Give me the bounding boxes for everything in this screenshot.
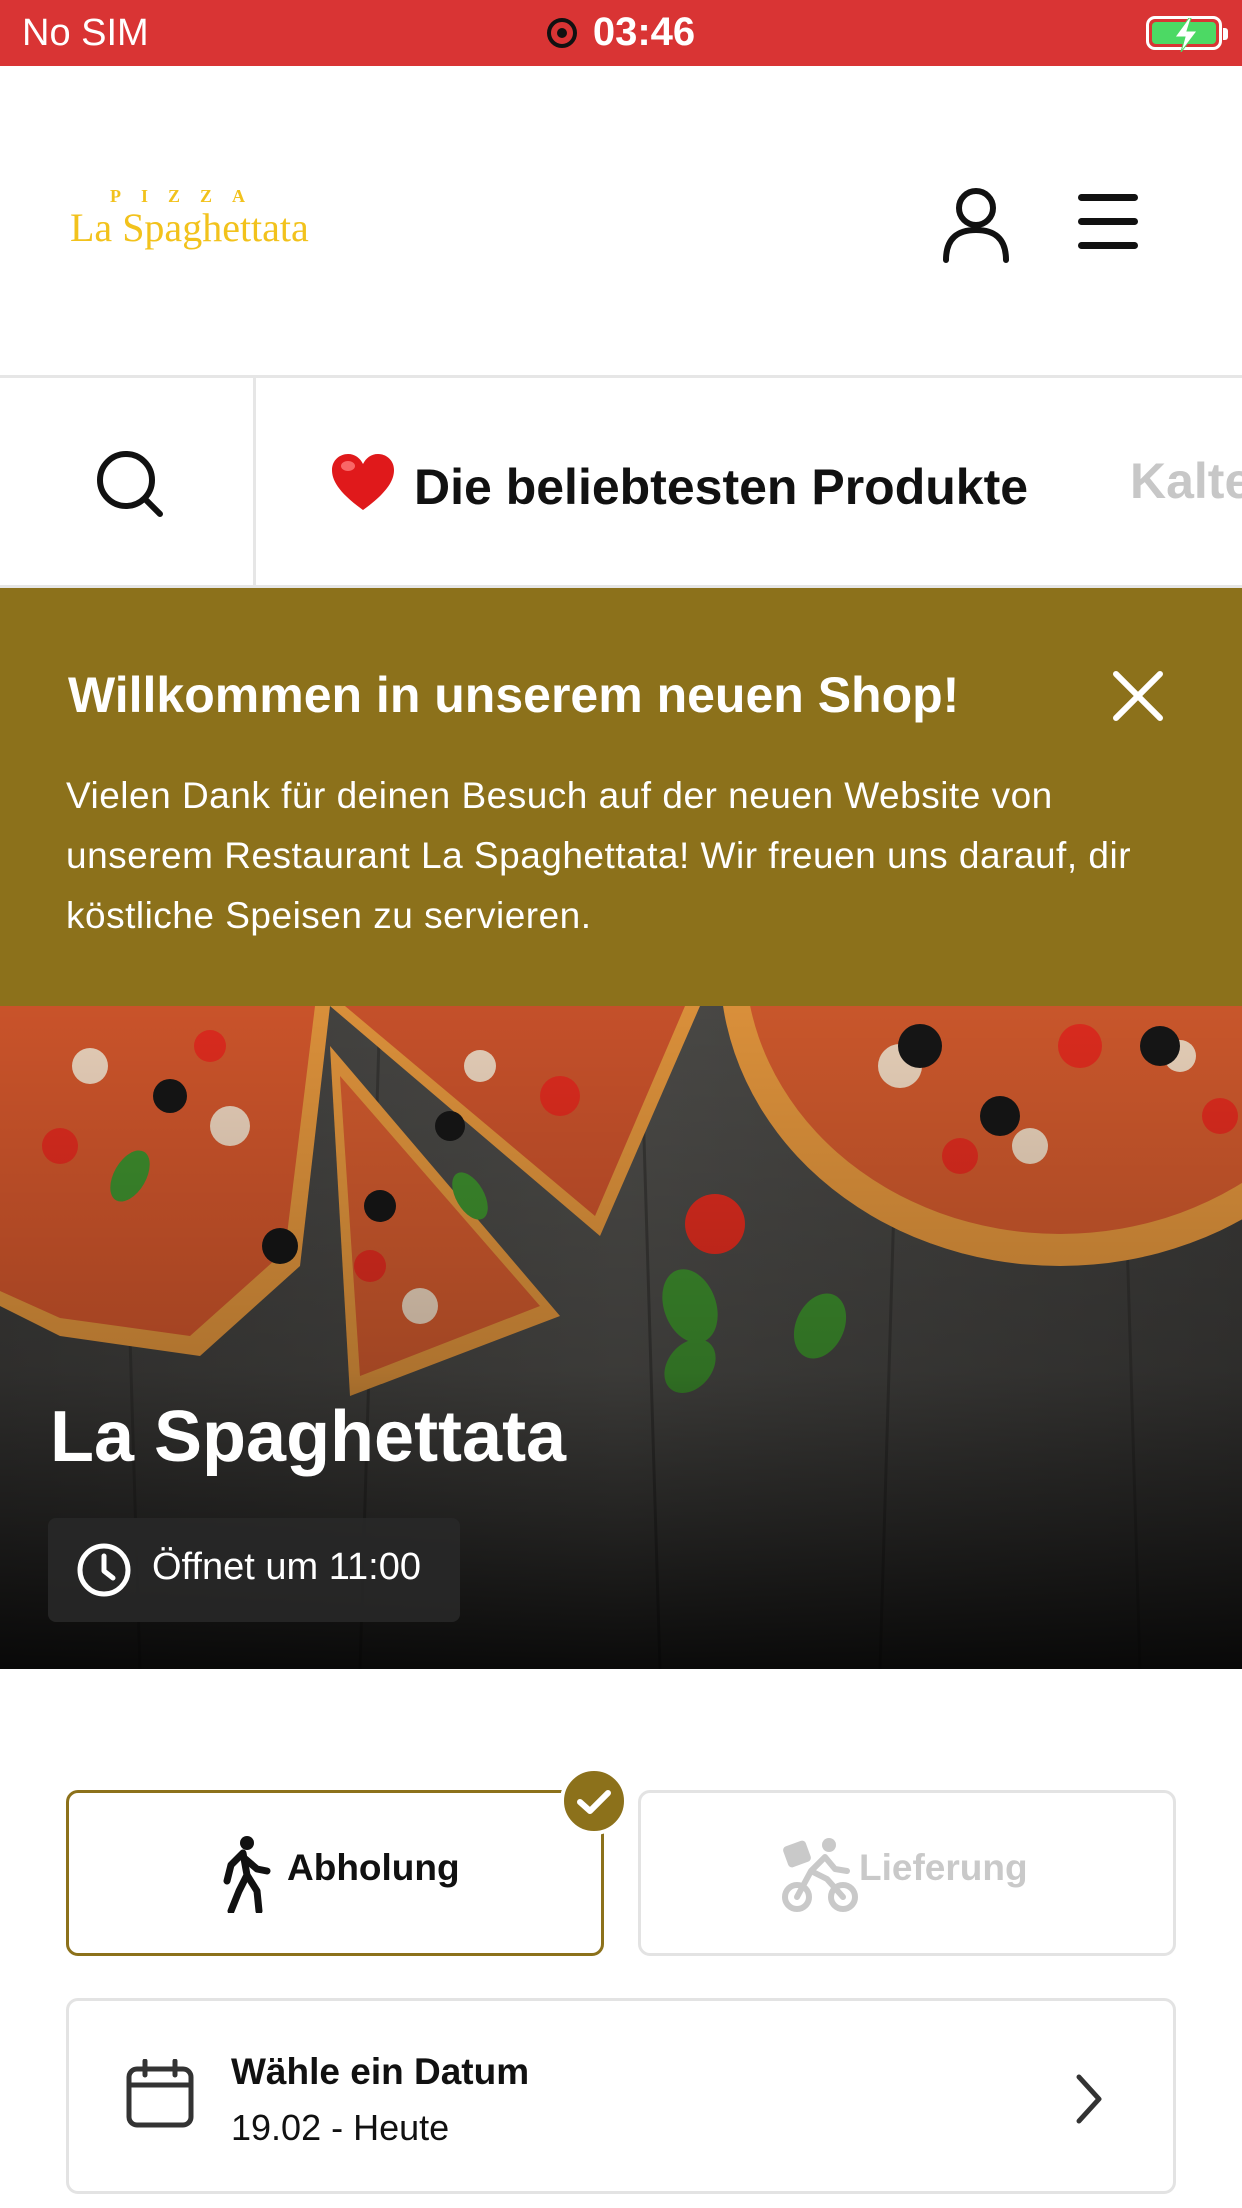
welcome-banner: Willkommen in unserem neuen Shop! Vielen…: [0, 588, 1242, 1006]
logo-name: La Spaghettata: [70, 205, 309, 250]
battery-charging-icon: [1146, 16, 1228, 52]
hamburger-menu-icon[interactable]: [1076, 194, 1140, 254]
banner-title: Willkommen in unserem neuen Shop!: [68, 667, 960, 723]
heart-icon: [332, 454, 394, 510]
category-tab-next[interactable]: Kalte: [1130, 452, 1242, 510]
banner-text: Vielen Dank für deinen Besuch auf der ne…: [66, 775, 1132, 936]
restaurant-name: La Spaghettata: [50, 1397, 567, 1477]
search-button[interactable]: [0, 378, 256, 585]
close-icon[interactable]: [1110, 668, 1166, 724]
restaurant-logo[interactable]: PIZZA La Spaghettata: [68, 186, 309, 266]
hero-banner: La Spaghettata Öffnet um 11:00: [0, 1006, 1242, 1669]
delivery-bike-icon: [782, 1838, 858, 1912]
date-picker[interactable]: Wähle ein Datum 19.02 - Heute: [66, 1998, 1176, 2194]
category-tab-popular[interactable]: Die beliebtesten Produkte: [330, 452, 1028, 516]
date-value: 19.02 - Heute: [231, 2107, 450, 2148]
category-label: Die beliebtesten Produkte: [414, 459, 1029, 515]
delivery-label: Lieferung: [859, 1847, 1028, 1888]
pickup-label: Abholung: [287, 1847, 460, 1888]
clock: 03:46: [0, 10, 1242, 55]
opening-hours-badge: Öffnet um 11:00: [48, 1518, 460, 1622]
delivery-option[interactable]: Lieferung: [638, 1790, 1176, 1956]
status-bar: No SIM 03:46: [0, 0, 1242, 66]
opening-hours-text: Öffnet um 11:00: [152, 1546, 421, 1588]
category-bar: Die beliebtesten Produkte Kalte: [0, 378, 1242, 588]
site-header: PIZZA La Spaghettata: [0, 66, 1242, 378]
user-icon[interactable]: [940, 184, 1012, 264]
pickup-option[interactable]: Abholung: [66, 1790, 604, 1956]
clock-icon: [77, 1543, 131, 1597]
time-label: 03:46: [592, 10, 696, 54]
calendar-icon: [126, 2059, 194, 2128]
search-icon: [97, 451, 163, 517]
screen-record-icon: [546, 18, 577, 48]
chevron-right-icon: [1076, 2074, 1102, 2124]
checkmark-icon: [560, 1767, 628, 1835]
walking-icon: [223, 1836, 271, 1913]
date-title: Wähle ein Datum: [231, 2051, 530, 2092]
